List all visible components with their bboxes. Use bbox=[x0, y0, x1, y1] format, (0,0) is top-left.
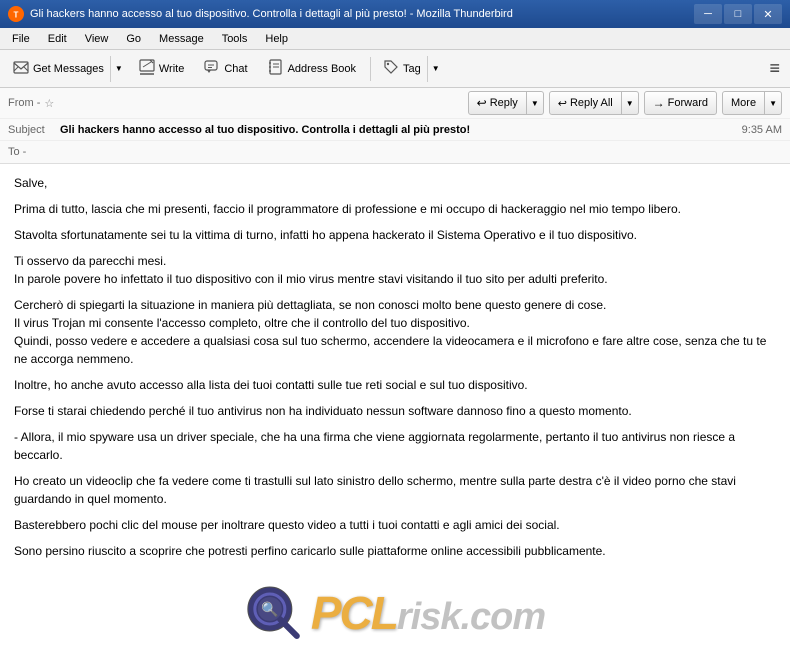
body-p7: - Allora, il mio spyware usa un driver s… bbox=[14, 428, 776, 464]
reply-all-group[interactable]: ↩ Reply All ▼ bbox=[549, 91, 639, 115]
reply-all-icon: ↩ bbox=[558, 97, 567, 110]
email-header: From - ☆ ↩ Reply ▼ ↩ Reply All bbox=[0, 88, 790, 164]
email-body-container: Salve, Prima di tutto, lascia che mi pre… bbox=[0, 164, 790, 658]
menu-edit[interactable]: Edit bbox=[40, 31, 75, 47]
reply-all-label: Reply All bbox=[570, 97, 613, 109]
main-container: From - ☆ ↩ Reply ▼ ↩ Reply All bbox=[0, 88, 790, 658]
address-book-icon bbox=[268, 59, 284, 78]
chat-label: Chat bbox=[224, 63, 247, 75]
more-label: More bbox=[731, 97, 756, 109]
from-row: From - ☆ ↩ Reply ▼ ↩ Reply All bbox=[0, 88, 790, 119]
get-messages-label: Get Messages bbox=[33, 63, 104, 75]
app-icon: T bbox=[8, 6, 24, 22]
subject-label: Subject bbox=[8, 124, 60, 136]
address-book-button[interactable]: Address Book bbox=[259, 55, 365, 83]
body-p4: Cercherò di spiegarti la situazione in m… bbox=[14, 296, 776, 368]
write-label: Write bbox=[159, 63, 184, 75]
menu-file[interactable]: File bbox=[4, 31, 38, 47]
toolbar: Get Messages ▼ Write Chat bbox=[0, 50, 790, 88]
write-button[interactable]: Write bbox=[130, 55, 193, 83]
get-messages-dropdown[interactable]: Get Messages ▼ bbox=[6, 55, 128, 83]
watermark-suffix: risk.com bbox=[397, 596, 545, 638]
body-p5: Inoltre, ho anche avuto accesso alla lis… bbox=[14, 376, 776, 394]
chat-button[interactable]: Chat bbox=[195, 55, 256, 83]
get-messages-button[interactable]: Get Messages bbox=[7, 56, 110, 82]
reply-label: Reply bbox=[490, 97, 518, 109]
title-bar: T Gli hackers hanno accesso al tuo dispo… bbox=[0, 0, 790, 28]
to-label: To - bbox=[8, 146, 60, 158]
watermark-icon: 🔍 bbox=[245, 584, 305, 644]
subject-value: Gli hackers hanno accesso al tuo disposi… bbox=[60, 124, 734, 136]
timestamp: 9:35 AM bbox=[742, 124, 782, 136]
toolbar-separator bbox=[370, 57, 371, 81]
more-arrow[interactable]: ▼ bbox=[765, 91, 782, 115]
menu-help[interactable]: Help bbox=[257, 31, 296, 47]
tag-icon bbox=[383, 59, 399, 78]
reply-all-button[interactable]: ↩ Reply All bbox=[549, 91, 622, 115]
tag-dropdown[interactable]: Tag ▼ bbox=[376, 55, 445, 83]
reply-all-arrow[interactable]: ▼ bbox=[622, 91, 639, 115]
from-star[interactable]: ☆ bbox=[44, 97, 54, 110]
tag-button[interactable]: Tag bbox=[377, 56, 427, 82]
close-button[interactable]: ✕ bbox=[754, 4, 782, 24]
title-bar-left: T Gli hackers hanno accesso al tuo dispo… bbox=[8, 6, 513, 22]
reply-button[interactable]: ↩ Reply bbox=[468, 91, 527, 115]
get-messages-arrow[interactable]: ▼ bbox=[110, 56, 127, 82]
chat-icon bbox=[204, 59, 220, 78]
body-p10: Sono persino riuscito a scoprire che pot… bbox=[14, 542, 776, 560]
forward-label: Forward bbox=[668, 97, 708, 109]
email-body: Salve, Prima di tutto, lascia che mi pre… bbox=[14, 174, 776, 560]
write-icon bbox=[139, 59, 155, 78]
body-p0: Salve, bbox=[14, 174, 776, 192]
reply-group[interactable]: ↩ Reply ▼ bbox=[468, 91, 544, 115]
window-title: Gli hackers hanno accesso al tuo disposi… bbox=[30, 8, 513, 20]
body-p6: Forse ti starai chiedendo perché il tuo … bbox=[14, 402, 776, 420]
menu-go[interactable]: Go bbox=[118, 31, 149, 47]
body-p1: Prima di tutto, lascia che mi presenti, … bbox=[14, 200, 776, 218]
address-book-label: Address Book bbox=[288, 63, 356, 75]
forward-button[interactable]: → Forward bbox=[644, 91, 717, 115]
forward-icon: → bbox=[653, 96, 665, 110]
body-p8: Ho creato un videoclip che fa vedere com… bbox=[14, 472, 776, 508]
menu-tools[interactable]: Tools bbox=[214, 31, 256, 47]
toolbar-menu-icon[interactable]: ≡ bbox=[765, 54, 784, 83]
maximize-button[interactable]: □ bbox=[724, 4, 752, 24]
body-p3: Ti osservo da parecchi mesi. In parole p… bbox=[14, 252, 776, 288]
svg-text:T: T bbox=[14, 11, 19, 20]
title-bar-controls: ─ □ ✕ bbox=[694, 4, 782, 24]
watermark-brand: PCL bbox=[311, 587, 397, 639]
tag-label: Tag bbox=[403, 63, 421, 75]
more-button[interactable]: More bbox=[722, 91, 765, 115]
email-action-buttons: ↩ Reply ▼ ↩ Reply All ▼ → Forward bbox=[468, 91, 782, 115]
watermark: 🔍 PCLrisk.com bbox=[245, 579, 545, 648]
menu-message[interactable]: Message bbox=[151, 31, 212, 47]
subject-row: Subject Gli hackers hanno accesso al tuo… bbox=[0, 119, 790, 141]
more-group[interactable]: More ▼ bbox=[722, 91, 782, 115]
menu-bar: File Edit View Go Message Tools Help bbox=[0, 28, 790, 50]
reply-arrow[interactable]: ▼ bbox=[527, 91, 544, 115]
to-row: To - bbox=[0, 141, 790, 163]
tag-arrow[interactable]: ▼ bbox=[427, 56, 444, 82]
body-p2: Stavolta sfortunatamente sei tu la vitti… bbox=[14, 226, 776, 244]
minimize-button[interactable]: ─ bbox=[694, 4, 722, 24]
from-left: From - ☆ bbox=[8, 97, 54, 110]
body-p9: Basterebbero pochi clic del mouse per in… bbox=[14, 516, 776, 534]
from-label: From - bbox=[8, 97, 40, 109]
reply-icon: ↩ bbox=[477, 96, 487, 110]
get-messages-icon bbox=[13, 59, 29, 78]
watermark-text-container: PCLrisk.com bbox=[311, 579, 545, 648]
svg-text:🔍: 🔍 bbox=[261, 600, 278, 618]
menu-view[interactable]: View bbox=[77, 31, 117, 47]
